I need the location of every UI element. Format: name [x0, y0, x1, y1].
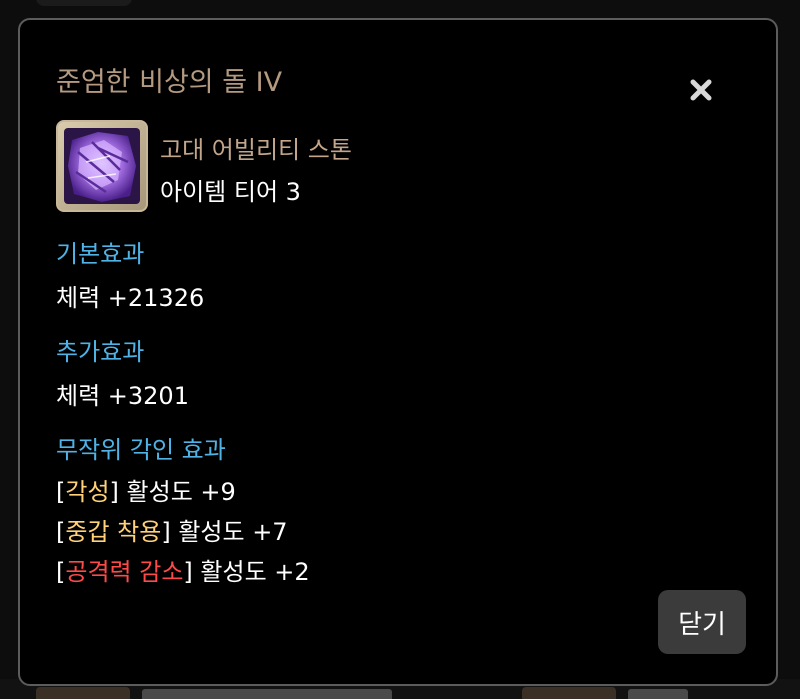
- engraving-name: 공격력 감소: [65, 558, 184, 586]
- close-button[interactable]: 닫기: [658, 590, 746, 654]
- background-text: [628, 689, 688, 699]
- additional-effect-heading: 추가효과: [56, 338, 145, 366]
- engraving-activation: 활성도 +2: [200, 558, 310, 586]
- additional-effect-value: 체력 +3201: [56, 382, 189, 410]
- ability-stone-icon: [56, 120, 148, 212]
- random-engraving-heading: 무작위 각인 효과: [56, 436, 226, 464]
- engraving-activation: 활성도 +9: [126, 478, 236, 506]
- dialog-title: 준엄한 비상의 돌 IV: [56, 67, 283, 98]
- item-tooltip-dialog: 준엄한 비상의 돌 IV 고대 어빌리티 스톤 아이템 티어 3 기본효과 체력…: [18, 18, 778, 686]
- background-text: [142, 689, 392, 699]
- basic-effect-heading: 기본효과: [56, 240, 145, 268]
- engraving-name: 각성: [65, 478, 110, 506]
- close-x-icon[interactable]: [683, 72, 719, 108]
- background-tab: [36, 0, 132, 6]
- background-thumbnail: [36, 687, 130, 699]
- engraving-line: [공격력 감소] 활성도 +2: [56, 558, 310, 586]
- engraving-activation: 활성도 +7: [178, 518, 288, 546]
- background-thumbnail: [522, 687, 616, 699]
- engraving-line: [중갑 착용] 활성도 +7: [56, 518, 288, 546]
- engraving-name: 중갑 착용: [65, 518, 162, 546]
- basic-effect-value: 체력 +21326: [56, 284, 205, 312]
- engraving-line: [각성] 활성도 +9: [56, 478, 236, 506]
- item-type: 고대 어빌리티 스톤: [160, 136, 352, 164]
- item-tier: 아이템 티어 3: [160, 178, 301, 206]
